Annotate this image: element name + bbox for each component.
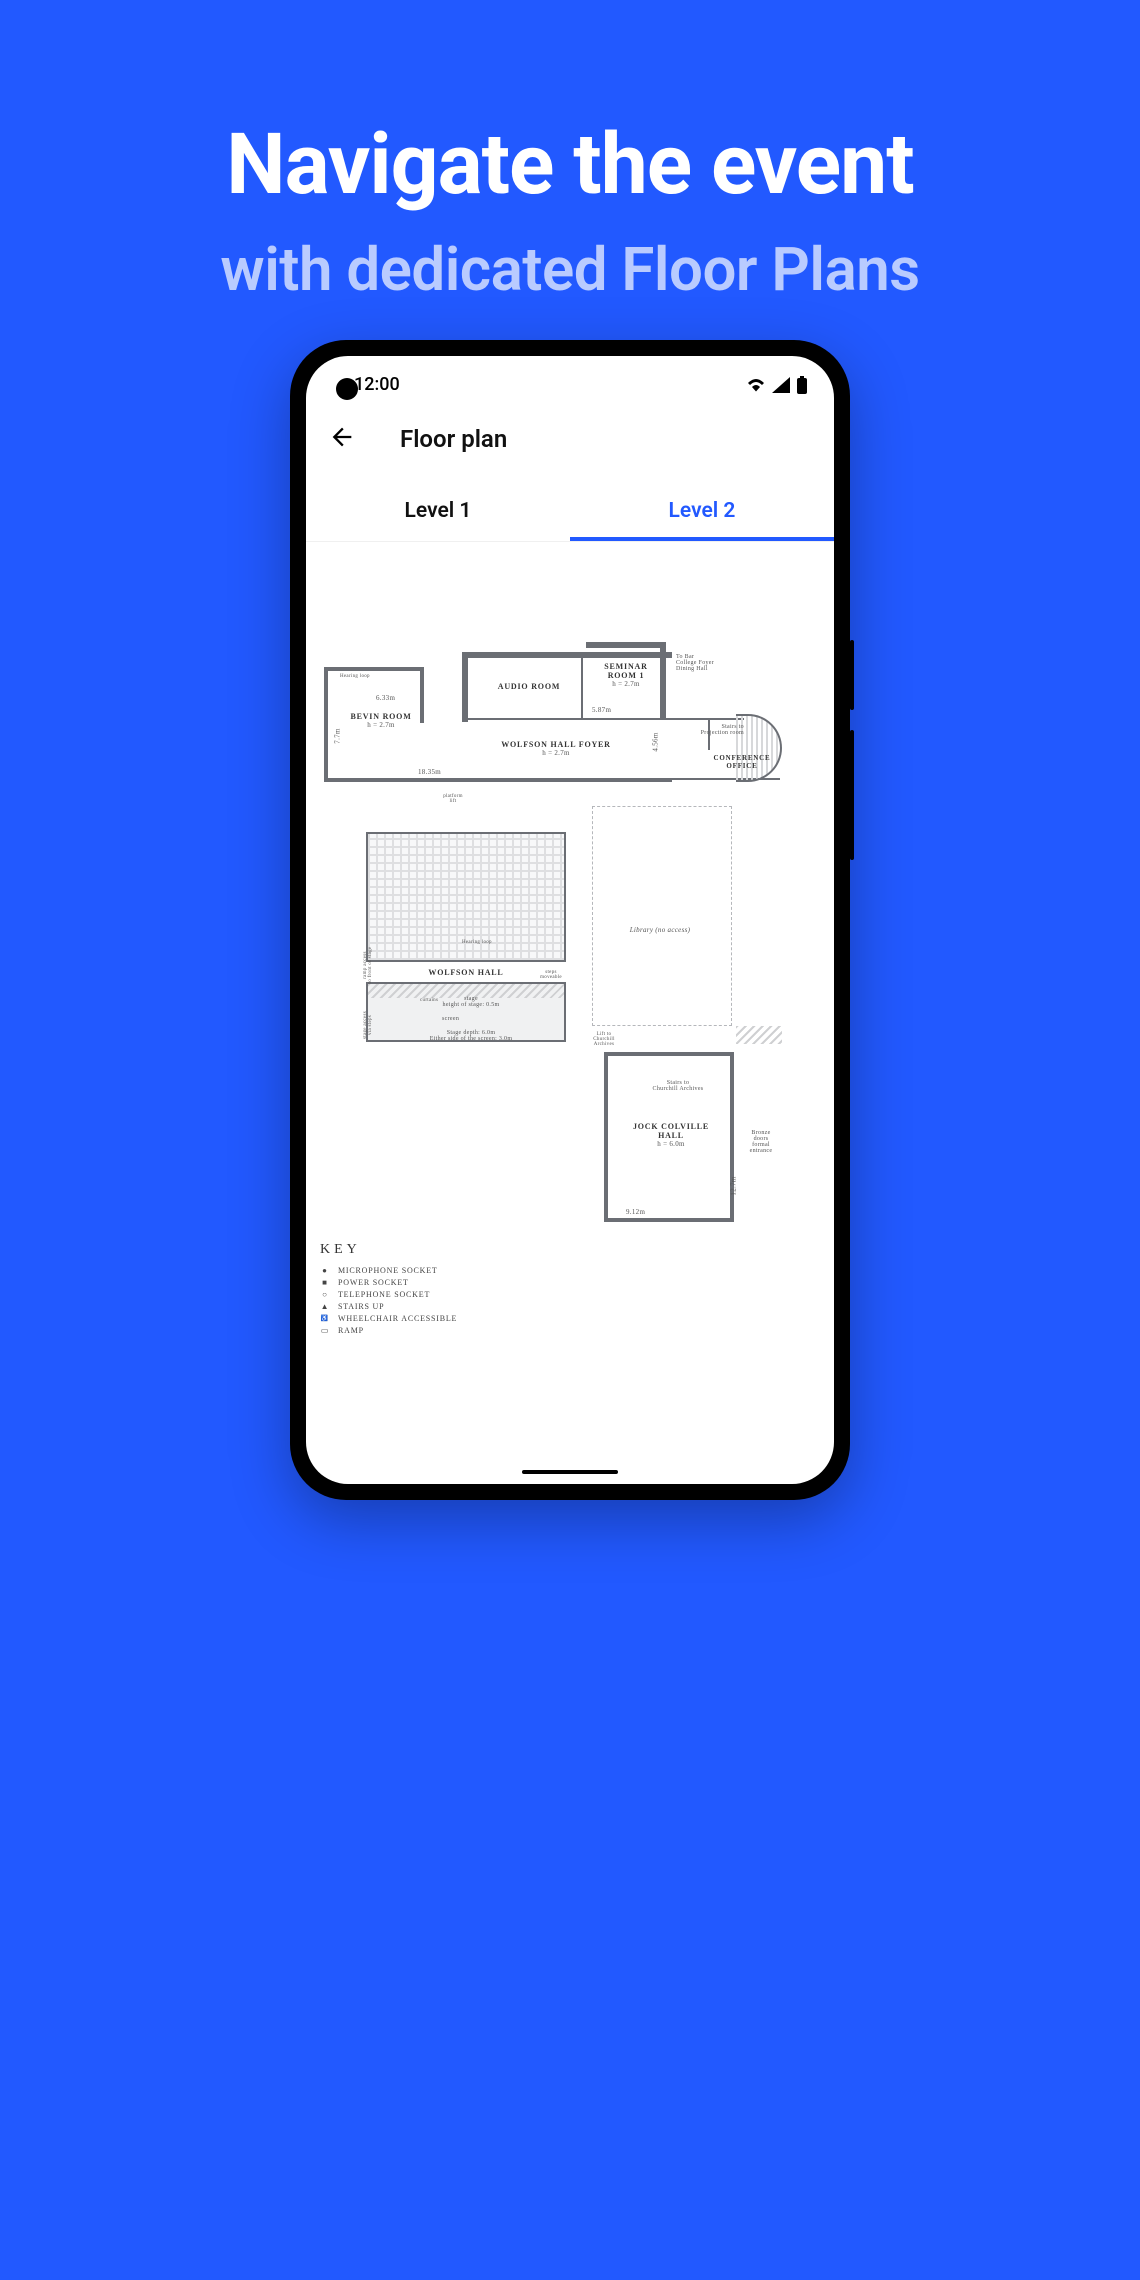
battery-icon	[796, 376, 808, 394]
map-key: KEY ●MICROPHONE SOCKET ■POWER SOCKET ○TE…	[320, 1242, 457, 1338]
tab-level-1[interactable]: Level 1	[306, 471, 570, 541]
camera-cutout	[336, 378, 358, 400]
note-bronze: Bronze doors formal entrance	[744, 1130, 778, 1154]
dim-foyer: 18.35m	[418, 768, 441, 776]
dim-jock-w: 9.12m	[626, 1208, 645, 1216]
back-button[interactable]	[328, 423, 356, 455]
note-curtains: curtains	[420, 998, 438, 1003]
note-lift-arch: Lift to Churchill Archives	[586, 1032, 622, 1047]
note-stage-depth: Stage depth: 6.0m Either side of the scr…	[416, 1030, 526, 1042]
dim-foyer-h: 4.56m	[652, 732, 660, 751]
phone-screen: 12:00 Floor plan Level 1 Level 2 BEVIN R…	[306, 356, 834, 1484]
floor-plan-canvas[interactable]: BEVIN ROOMh = 2.7m 6.33m 7.7m Hearing lo…	[306, 542, 834, 1362]
phone-frame: 12:00 Floor plan Level 1 Level 2 BEVIN R…	[290, 340, 850, 1500]
note-ramp-access: ramp access to front of stage	[363, 945, 373, 985]
note-screen: screen	[442, 1016, 459, 1022]
dim-audio-w: 5.87m	[592, 706, 611, 714]
note-stairs-proj: Stairs to Projection room	[694, 724, 744, 736]
note-stairs-arch: Stairs to Churchill Archives	[648, 1080, 708, 1092]
note-platform-lift: platform lift	[438, 794, 468, 804]
key-title: KEY	[320, 1242, 457, 1258]
room-foyer-label: WOLFSON HALL FOYERh = 2.7m	[486, 740, 626, 757]
room-jock-label: JOCK COLVILLE HALLh = 6.0m	[626, 1122, 716, 1148]
room-conference-label: CONFERENCE OFFICE	[712, 754, 772, 770]
hero-subtitle: with dedicated Floor Plans	[0, 234, 1140, 305]
room-seminar-label: SEMINAR ROOM 1h = 2.7m	[596, 662, 656, 688]
dim-bevin-w: 6.33m	[376, 694, 395, 702]
room-bevin-label: BEVIN ROOMh = 2.7m	[346, 712, 416, 729]
tab-level-2[interactable]: Level 2	[570, 471, 834, 541]
hero-title: Navigate the event	[0, 115, 1140, 214]
status-bar: 12:00	[306, 356, 834, 395]
note-stage-access: stage access via steps	[363, 1005, 373, 1045]
hearing-loop-wolfson: Hearing loop	[462, 940, 492, 945]
room-library	[592, 806, 732, 1026]
room-library-label: Library (no access)	[620, 926, 700, 934]
dim-jock-d: 12.7m	[730, 1176, 738, 1195]
home-indicator	[522, 1470, 618, 1474]
note-stage: stage height of stage: 0.5m	[426, 996, 516, 1008]
page-title: Floor plan	[400, 425, 507, 453]
cellular-icon	[772, 377, 790, 393]
note-to-bar: To Bar College Foyer Dining Hall	[676, 654, 732, 672]
wifi-icon	[746, 377, 766, 393]
hearing-loop-bevin: Hearing loop	[340, 674, 370, 679]
status-time: 12:00	[354, 374, 400, 395]
room-wolfson-label: WOLFSON HALL	[416, 968, 516, 977]
app-bar: Floor plan	[306, 395, 834, 471]
arrow-back-icon	[328, 423, 356, 451]
note-steps: steps moveable	[536, 970, 566, 980]
dim-bevin-h: 7.7m	[334, 728, 342, 743]
room-audio-label: AUDIO ROOM	[494, 682, 564, 691]
tabs: Level 1 Level 2	[306, 471, 834, 542]
